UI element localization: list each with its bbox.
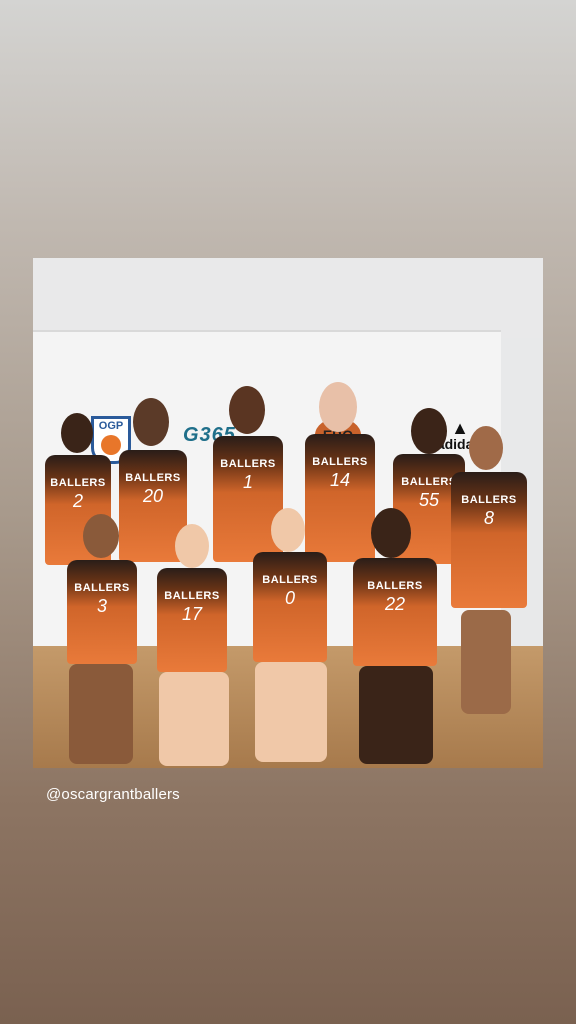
gym-wall [33, 258, 543, 338]
team-photo: OGP G365 EBO ▲adidas BALLERS2 BALLERS20 … [33, 258, 543, 768]
player-legs [159, 672, 229, 766]
player-jersey: BALLERS 8 [451, 472, 527, 608]
player-jersey: BALLERS 17 [157, 568, 227, 672]
player-legs [69, 664, 133, 764]
player-head [83, 514, 119, 558]
player-jersey: BALLERS 0 [253, 552, 327, 662]
player-head [271, 508, 305, 552]
player-jersey: BALLERS 3 [67, 560, 137, 664]
player-head [469, 426, 503, 470]
account-handle-caption[interactable]: @oscargrantballers [46, 786, 180, 803]
player-jersey: BALLERS 1 [213, 436, 283, 562]
player-legs [359, 666, 433, 764]
player-head [319, 382, 357, 432]
player-legs [461, 610, 511, 714]
player-jersey: BALLERS 14 [305, 434, 375, 562]
player-head [61, 413, 93, 453]
player-head [175, 524, 209, 568]
player-head [133, 398, 169, 446]
player-head [229, 386, 265, 434]
player-legs [255, 662, 327, 762]
player-head [371, 508, 411, 558]
player-jersey: BALLERS 22 [353, 558, 437, 666]
player-head [411, 408, 447, 454]
